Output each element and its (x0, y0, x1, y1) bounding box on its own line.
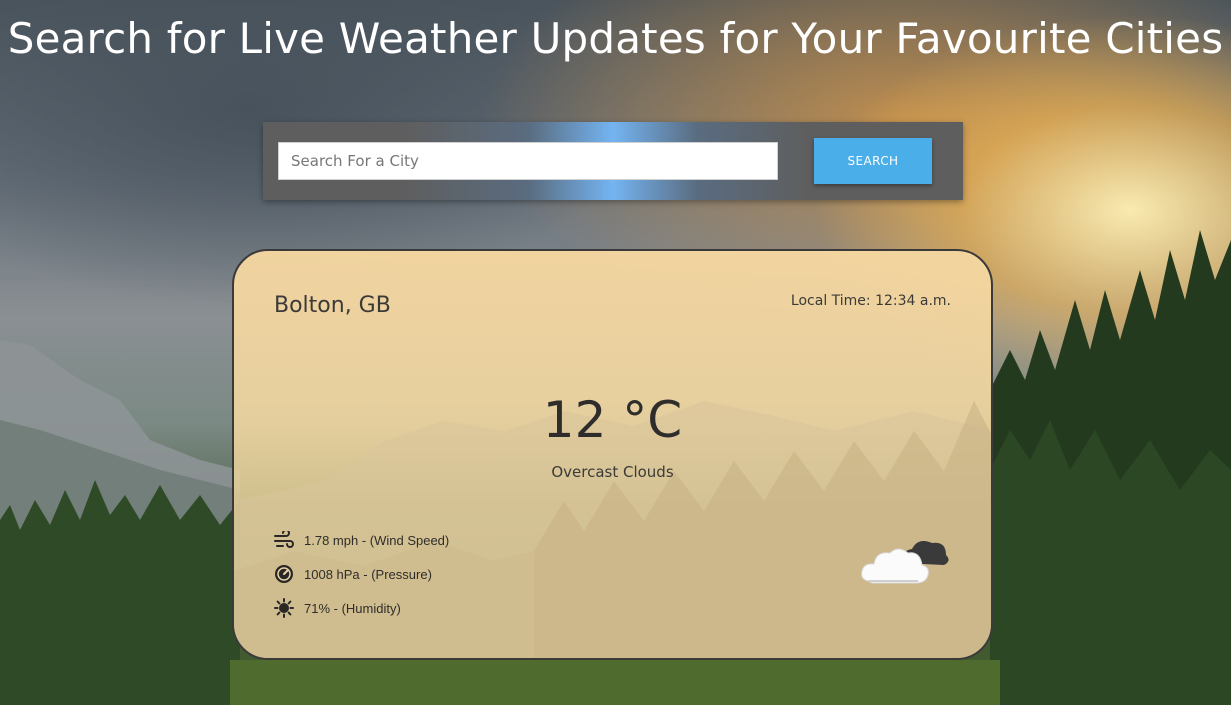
weather-stats: 1.78 mph - (Wind Speed) 1008 hPa - (Pres… (272, 523, 449, 625)
search-bar: SEARCH (263, 122, 963, 200)
stat-wind-speed: 1.78 mph - (Wind Speed) (272, 523, 449, 557)
stat-pressure-text: 1008 hPa - (Pressure) (304, 566, 432, 582)
stat-wind-text: 1.78 mph - (Wind Speed) (304, 532, 450, 548)
weather-condition: Overcast Clouds (551, 463, 674, 481)
wind-icon (272, 528, 296, 552)
pressure-gauge-icon (272, 562, 296, 586)
humidity-sun-icon (272, 596, 296, 620)
search-input[interactable] (278, 142, 778, 180)
local-time: Local Time: 12:34 a.m. (790, 293, 951, 309)
stat-pressure: 1008 hPa - (Pressure) (272, 557, 449, 591)
stat-humidity: 71% - (Humidity) (272, 591, 449, 625)
stat-humidity-text: 71% - (Humidity) (304, 600, 401, 616)
city-name: Bolton, GB (274, 293, 391, 318)
overcast-clouds-icon (861, 541, 949, 584)
weather-card: Bolton, GB Local Time: 12:34 a.m. 12 °C … (232, 249, 993, 660)
page-title: Search for Live Weather Updates for Your… (7, 14, 1224, 63)
search-button[interactable]: SEARCH (814, 138, 932, 184)
temperature: 12 °C (542, 391, 683, 449)
